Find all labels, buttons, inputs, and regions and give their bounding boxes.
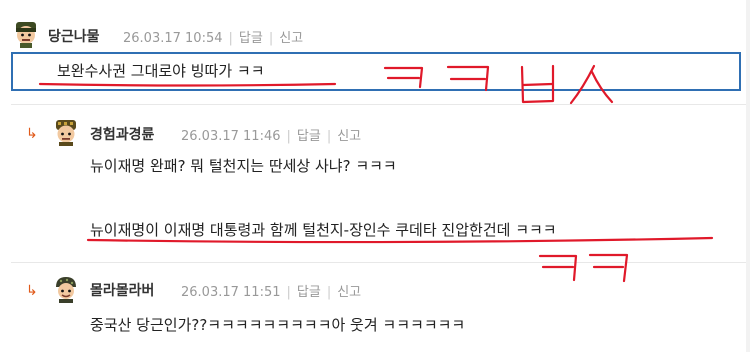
handwritten-annotation — [38, 64, 714, 283]
scribble-mark — [521, 82, 554, 87]
scribble-mark — [569, 64, 596, 105]
scribble-mark — [590, 70, 614, 104]
underline-mark — [38, 82, 337, 87]
underline-mark — [86, 236, 714, 244]
